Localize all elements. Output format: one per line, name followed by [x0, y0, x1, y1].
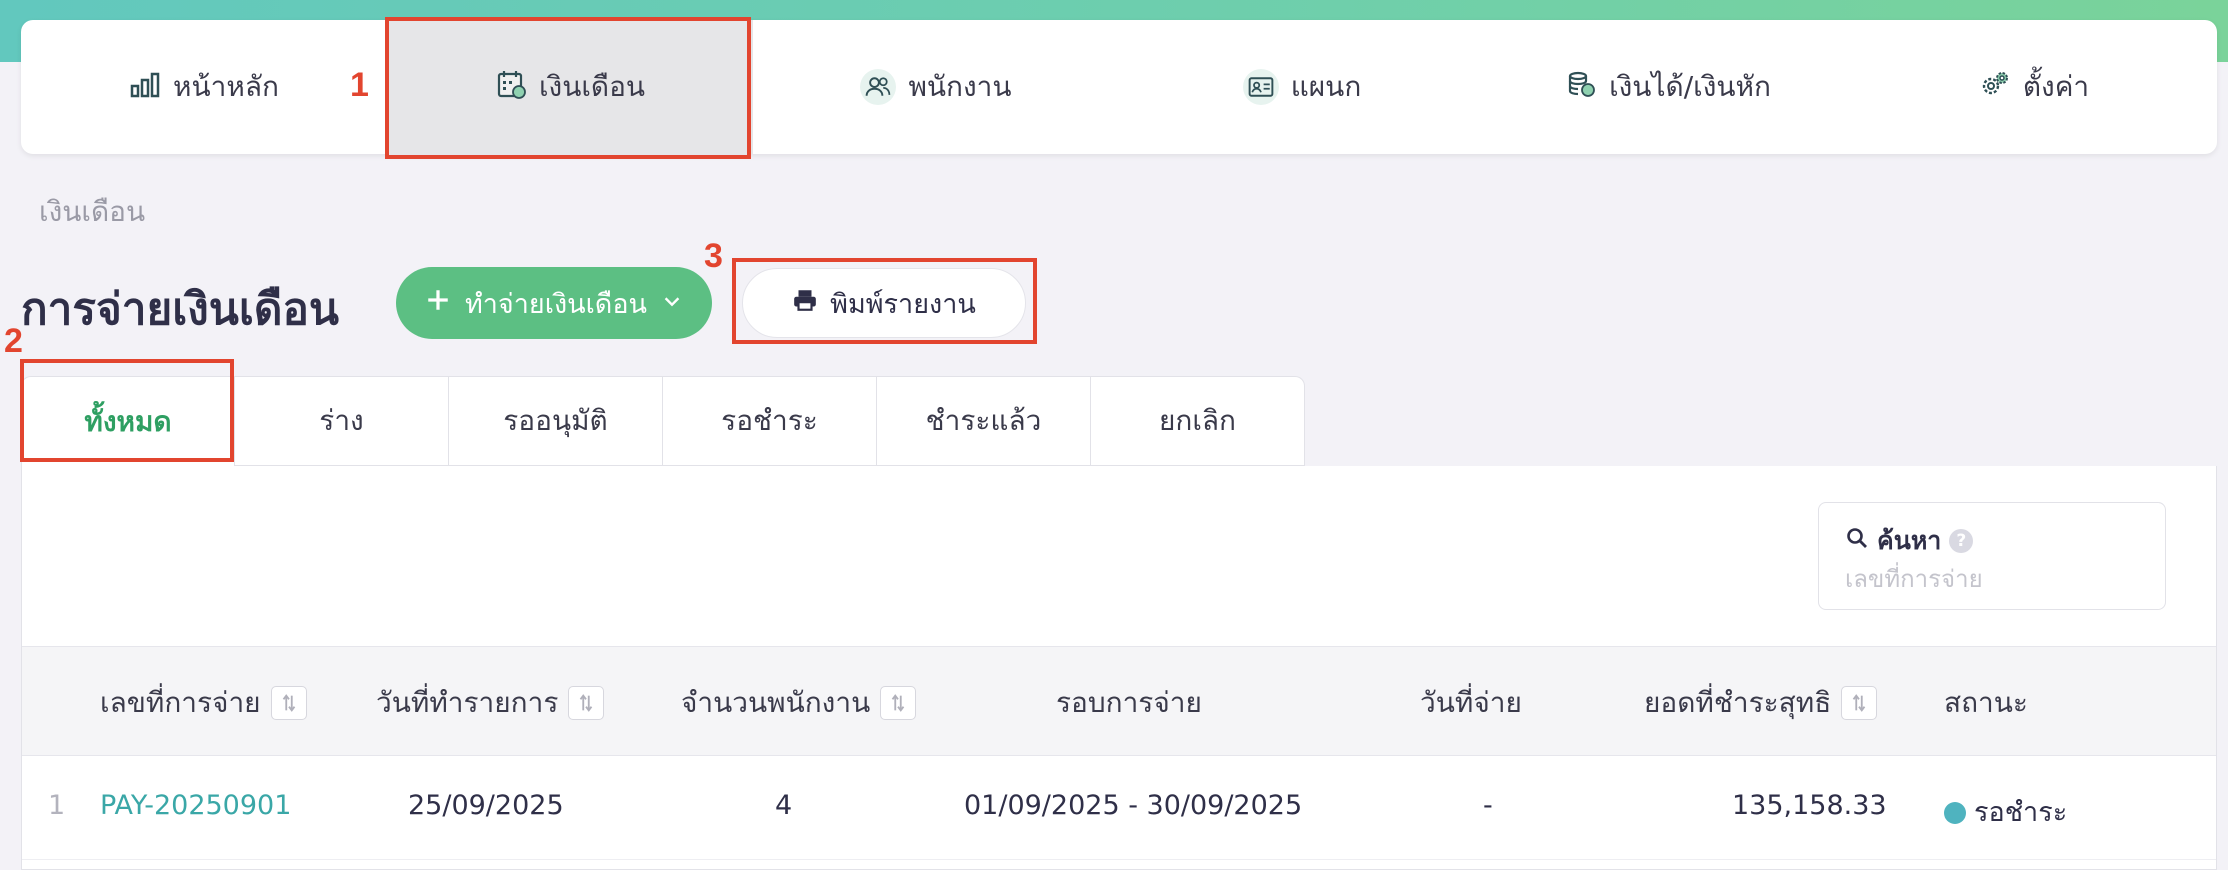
tab-all[interactable]: ทั้งหมด	[21, 376, 235, 466]
search-box: ค้นหา ?	[1818, 502, 2166, 610]
plus-icon	[425, 287, 451, 320]
column-header-payment-no[interactable]: เลขที่การจ่าย	[100, 681, 307, 725]
column-header-pay-period: รอบการจ่าย	[1056, 686, 1202, 719]
annotation-number-2: 2	[4, 322, 23, 360]
pay-date-cell: -	[1483, 790, 1493, 821]
help-icon[interactable]: ?	[1949, 529, 1974, 553]
created-date-cell: 25/09/2025	[408, 790, 564, 821]
nav-item-label: เงินได้/เงินหัก	[1609, 70, 1771, 103]
search-label: ค้นหา	[1877, 526, 1942, 555]
row-index: 1	[48, 790, 66, 821]
column-header-status: สถานะ	[1944, 686, 2028, 719]
tab-awaiting-payment[interactable]: รอชำระ	[663, 376, 877, 466]
column-header-label: ยอดที่ชำระสุทธิ	[1644, 686, 1832, 719]
nav-item-label: ตั้งค่า	[2022, 70, 2090, 103]
tab-paid[interactable]: ชำระแล้ว	[877, 376, 1091, 466]
create-payroll-label: ทำจ่ายเงินเดือน	[464, 288, 648, 319]
sort-icon[interactable]	[1841, 686, 1878, 720]
print-report-label: พิมพ์รายงาน	[830, 288, 976, 319]
nav-item-employees[interactable]: พนักงาน	[753, 20, 1119, 154]
tab-draft[interactable]: ร่าง	[235, 376, 449, 466]
table-row[interactable]: 1 PAY-20250901 25/09/2025 4 01/09/2025 -…	[22, 756, 2216, 860]
nav-item-label: แผนก	[1290, 70, 1362, 103]
status-label: รอชำระ	[1974, 797, 2068, 828]
page-title: การจ่ายเงินเดือน	[21, 284, 339, 335]
printer-icon	[792, 287, 818, 320]
bar-chart-icon	[129, 68, 161, 107]
tab-cancelled[interactable]: ยกเลิก	[1091, 376, 1305, 466]
annotation-number-1: 1	[350, 66, 369, 104]
nav-item-income-deduction[interactable]: เงินได้/เงินหัก	[1485, 20, 1851, 154]
annotation-number-3: 3	[704, 237, 723, 275]
column-header-label: เลขที่การจ่าย	[100, 686, 261, 719]
net-amount-cell: 135,158.33	[1732, 790, 1887, 821]
sort-icon[interactable]	[568, 686, 605, 720]
column-header-net-amount[interactable]: ยอดที่ชำระสุทธิ	[1644, 681, 1878, 725]
column-header-employee-count[interactable]: จำนวนพนักงาน	[681, 681, 917, 725]
nav-item-home[interactable]: หน้าหลัก	[21, 20, 387, 154]
chevron-down-icon	[661, 288, 683, 319]
status-dot-icon	[1944, 802, 1966, 824]
create-payroll-button[interactable]: ทำจ่ายเงินเดือน	[396, 267, 712, 339]
print-report-button[interactable]: พิมพ์รายงาน	[742, 268, 1026, 338]
column-header-pay-date: วันที่จ่าย	[1420, 686, 1522, 719]
employee-count-cell: 4	[775, 790, 793, 821]
column-header-label: จำนวนพนักงาน	[681, 686, 871, 719]
id-card-icon	[1242, 69, 1279, 105]
nav-item-label: หน้าหลัก	[173, 70, 279, 103]
status-badge: รอชำระ	[1944, 790, 2067, 833]
nav-item-label: เงินเดือน	[538, 70, 646, 103]
nav-item-label: พนักงาน	[908, 70, 1012, 103]
status-tabs: ทั้งหมด ร่าง รออนุมัติ รอชำระ ชำระแล้ว ย…	[21, 376, 1305, 466]
tab-pending-approval[interactable]: รออนุมัติ	[449, 376, 663, 466]
column-header-created-date[interactable]: วันที่ทำรายการ	[376, 681, 605, 725]
gears-icon	[1979, 68, 2011, 107]
breadcrumb[interactable]: เงินเดือน	[39, 190, 145, 234]
nav-item-settings[interactable]: ตั้งค่า	[1851, 20, 2217, 154]
payment-number-link[interactable]: PAY-20250901	[100, 790, 291, 821]
coins-icon	[1565, 68, 1597, 107]
nav-item-departments[interactable]: แผนก	[1119, 20, 1485, 154]
search-input[interactable]	[1845, 561, 2145, 597]
sort-icon[interactable]	[270, 686, 307, 720]
users-icon	[860, 69, 897, 105]
pay-period-cell: 01/09/2025 - 30/09/2025	[964, 790, 1303, 821]
search-icon	[1845, 526, 1869, 556]
sort-icon[interactable]	[880, 686, 917, 720]
table-header: เลขที่การจ่าย วันที่ทำรายการ จำนวนพนักงา…	[22, 646, 2216, 756]
nav-item-payroll[interactable]: เงินเดือน	[387, 20, 753, 154]
search-label-group: ค้นหา ?	[1845, 521, 1974, 561]
calendar-money-icon	[495, 68, 527, 107]
column-header-label: วันที่ทำรายการ	[376, 686, 559, 719]
